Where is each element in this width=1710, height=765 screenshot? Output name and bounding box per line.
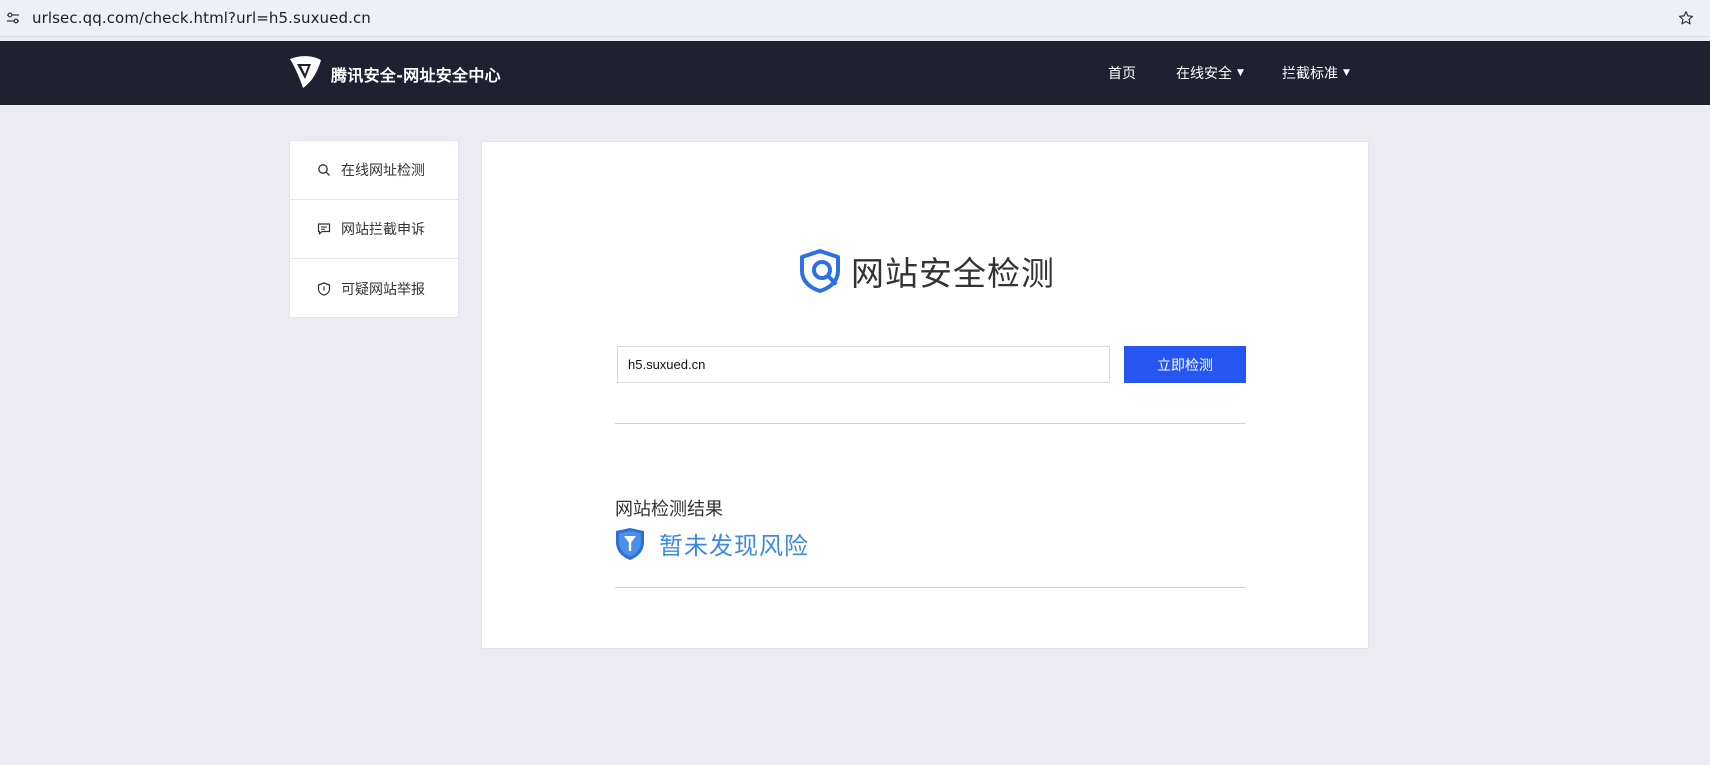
nav-online-security-label: 在线安全 xyxy=(1176,66,1232,82)
top-nav: 腾讯安全-网址安全中心 首页 在线安全 ▼ 拦截标准 ▼ xyxy=(0,41,1710,105)
caret-down-icon: ▼ xyxy=(1343,68,1350,78)
url-check-input[interactable] xyxy=(617,346,1110,383)
nav-block-standards-label: 拦截标准 xyxy=(1282,66,1338,82)
shield-search-icon xyxy=(800,249,840,293)
main-card: 网站安全检测 立即检测 网站检测结果 暂未发现风险 xyxy=(481,141,1369,649)
sidebar-item-url-check[interactable]: 在线网址检测 xyxy=(290,141,458,200)
nav-online-security[interactable]: 在线安全 ▼ xyxy=(1176,63,1244,83)
bookmark-star-icon[interactable] xyxy=(1676,8,1696,28)
site-settings-icon[interactable] xyxy=(6,11,20,25)
brand-title[interactable]: 腾讯安全-网址安全中心 xyxy=(331,62,501,86)
shield-icon xyxy=(317,281,331,296)
safe-shield-icon xyxy=(616,527,644,560)
url-field[interactable]: urlsec.qq.com/check.html?url=h5.suxued.c… xyxy=(32,9,371,27)
nav-home-label: 首页 xyxy=(1108,66,1136,82)
sidebar-item-report[interactable]: 可疑网站举报 xyxy=(290,259,458,318)
divider xyxy=(615,587,1246,588)
nav-block-standards[interactable]: 拦截标准 ▼ xyxy=(1282,63,1350,83)
sidebar: 在线网址检测 网站拦截申诉 可疑网站举报 xyxy=(289,140,459,318)
search-icon xyxy=(317,163,331,177)
sidebar-item-label: 在线网址检测 xyxy=(341,163,425,179)
nav-home[interactable]: 首页 xyxy=(1108,63,1136,83)
sidebar-item-appeal[interactable]: 网站拦截申诉 xyxy=(290,200,458,259)
caret-down-icon: ▼ xyxy=(1237,68,1244,78)
page-title-text: 网站安全检测 xyxy=(851,254,1055,293)
sidebar-item-label: 可疑网站举报 xyxy=(341,281,425,298)
page-title: 网站安全检测 xyxy=(797,247,1055,295)
result-label: 网站检测结果 xyxy=(615,499,723,520)
tencent-security-logo[interactable] xyxy=(288,55,322,89)
sidebar-item-label: 网站拦截申诉 xyxy=(341,222,425,238)
chat-icon xyxy=(317,222,331,236)
divider xyxy=(615,423,1246,424)
check-now-button[interactable]: 立即检测 xyxy=(1124,346,1246,383)
browser-address-bar: urlsec.qq.com/check.html?url=h5.suxued.c… xyxy=(0,0,1710,37)
result-status-text: 暂未发现风险 xyxy=(659,532,809,560)
result-status: 暂未发现风险 xyxy=(615,526,809,561)
